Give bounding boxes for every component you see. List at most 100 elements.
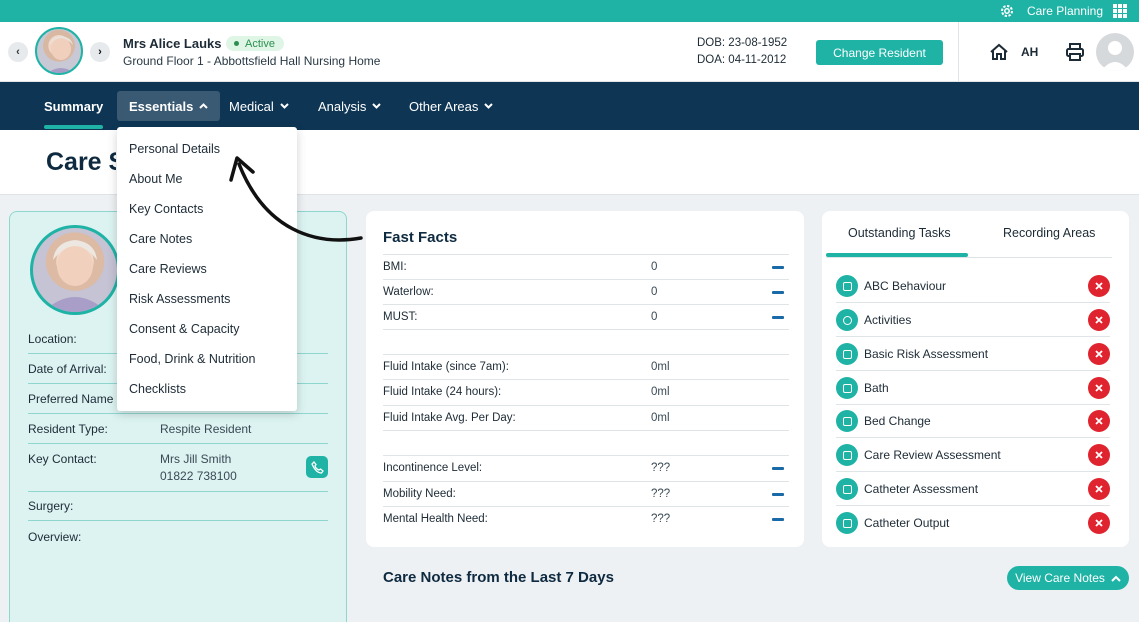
- task-outstanding-icon[interactable]: [1088, 309, 1110, 331]
- nav-other-areas-label: Other Areas: [409, 98, 479, 114]
- fact-value: 0ml: [651, 361, 670, 373]
- calendar-icon: [836, 275, 858, 297]
- chevron-up-icon: [199, 103, 209, 109]
- task-outstanding-icon[interactable]: [1088, 410, 1110, 432]
- fact-label: MUST:: [383, 311, 418, 323]
- resident-name: Mrs Alice Lauks: [123, 36, 222, 51]
- tab-divider: [826, 257, 1112, 258]
- surgery-label: Surgery:: [28, 499, 74, 513]
- clipboard-icon: [836, 478, 858, 500]
- fact-value: 0: [651, 311, 658, 323]
- nav-medical[interactable]: Medical: [229, 96, 289, 116]
- fact-row: Mobility Need:???: [383, 481, 789, 506]
- fact-value: 0: [651, 286, 658, 298]
- home-initials[interactable]: AH: [1021, 45, 1038, 59]
- top-bar: Care Planning: [0, 0, 1139, 22]
- menu-item-key-contacts[interactable]: Key Contacts: [129, 202, 203, 216]
- menu-item-checklists[interactable]: Checklists: [129, 382, 186, 396]
- nav-essentials-label: Essentials: [129, 98, 194, 114]
- annotation-arrow-icon: [229, 156, 363, 242]
- fact-label: Fluid Intake (since 7am):: [383, 361, 509, 373]
- app-label[interactable]: Care Planning: [1027, 4, 1103, 18]
- task-item[interactable]: Bed Change: [836, 404, 1110, 438]
- task-label: ABC Behaviour: [864, 279, 947, 293]
- fact-row: Incontinence Level:???: [383, 455, 789, 480]
- tab-recording-areas[interactable]: Recording Areas: [1003, 226, 1095, 240]
- print-icon[interactable]: [1065, 42, 1085, 62]
- page-title: Care S: [46, 148, 116, 176]
- dash-icon: [772, 291, 784, 294]
- task-outstanding-icon[interactable]: [1088, 444, 1110, 466]
- dash-icon: [772, 493, 784, 496]
- fact-row: Fluid Intake Avg. Per Day: 0ml: [383, 405, 789, 430]
- menu-item-care-reviews[interactable]: Care Reviews: [129, 262, 207, 276]
- task-item[interactable]: ABC Behaviour: [836, 269, 1110, 303]
- catheter-icon: [836, 512, 858, 534]
- dash-icon: [772, 467, 784, 470]
- fact-row: Waterlow: 0: [383, 279, 789, 304]
- tab-outstanding-tasks[interactable]: Outstanding Tasks: [848, 226, 951, 240]
- menu-item-care-notes[interactable]: Care Notes: [129, 232, 192, 246]
- nav-summary[interactable]: Summary: [44, 96, 103, 116]
- fact-row-divider: [383, 329, 789, 354]
- nav-essentials[interactable]: Essentials: [117, 91, 221, 121]
- home-icon[interactable]: [989, 43, 1009, 61]
- task-outstanding-icon[interactable]: [1088, 343, 1110, 365]
- task-item[interactable]: Basic Risk Assessment: [836, 337, 1110, 371]
- resident-avatar: [35, 27, 83, 75]
- menu-item-consent-capacity[interactable]: Consent & Capacity: [129, 322, 239, 336]
- next-resident-button[interactable]: ›: [90, 42, 110, 62]
- fact-row: Fluid Intake (24 hours): 0ml: [383, 379, 789, 404]
- fact-row: MUST: 0: [383, 304, 789, 329]
- activity-icon: [836, 309, 858, 331]
- dash-icon: [772, 266, 784, 269]
- task-outstanding-icon[interactable]: [1088, 275, 1110, 297]
- chevron-down-icon: [484, 103, 494, 109]
- fast-facts-card: Fast Facts BMI: 0 Waterlow: 0 MUST: 0 Fluid…: [366, 211, 804, 547]
- menu-item-about-me[interactable]: About Me: [129, 172, 183, 186]
- view-care-notes-button[interactable]: View Care Notes: [1007, 566, 1129, 590]
- menu-item-food-drink-nutrition[interactable]: Food, Drink & Nutrition: [129, 352, 255, 366]
- task-item[interactable]: Catheter Output: [836, 506, 1110, 540]
- card-divider: [28, 520, 328, 521]
- fact-label: BMI:: [383, 261, 407, 273]
- phone-icon: [310, 460, 324, 474]
- task-outstanding-icon[interactable]: [1088, 377, 1110, 399]
- date-of-admission: DOA: 04-11-2012: [697, 54, 787, 66]
- fast-facts-title: Fast Facts: [383, 229, 458, 246]
- fact-label: Waterlow:: [383, 286, 434, 298]
- key-contact-label: Key Contact:: [28, 452, 97, 466]
- fact-row: Fluid Intake (since 7am): 0ml: [383, 354, 789, 379]
- key-contact-name: Mrs Jill Smith: [160, 452, 232, 466]
- fact-value: 0ml: [651, 386, 670, 398]
- grid-icon[interactable]: [1113, 4, 1127, 18]
- nav-medical-label: Medical: [229, 98, 274, 114]
- previous-resident-button[interactable]: ‹: [8, 42, 28, 62]
- fact-value: ???: [651, 488, 671, 500]
- task-outstanding-icon[interactable]: [1088, 512, 1110, 534]
- task-label: Activities: [864, 313, 912, 327]
- gear-icon[interactable]: [999, 3, 1015, 19]
- nav-analysis[interactable]: Analysis: [318, 96, 382, 116]
- task-outstanding-icon[interactable]: [1088, 478, 1110, 500]
- task-item[interactable]: Catheter Assessment: [836, 472, 1110, 506]
- task-label: Bed Change: [864, 414, 931, 428]
- date-of-birth: DOB: 23-08-1952: [697, 37, 788, 49]
- user-avatar[interactable]: [1096, 33, 1134, 71]
- change-resident-button[interactable]: Change Resident: [816, 40, 943, 65]
- menu-item-risk-assessments[interactable]: Risk Assessments: [129, 292, 230, 306]
- task-item[interactable]: Activities: [836, 303, 1110, 337]
- task-item[interactable]: Bath: [836, 371, 1110, 405]
- resident-header: ‹ › Mrs Alice Lauks Active Ground Floor …: [0, 22, 1139, 82]
- task-label: Catheter Assessment: [864, 482, 979, 496]
- call-contact-button[interactable]: [306, 456, 328, 478]
- menu-item-personal-details[interactable]: Personal Details: [129, 142, 220, 156]
- chevron-down-icon: [280, 103, 289, 109]
- dash-icon: [772, 518, 784, 521]
- preferred-name-label: Preferred Name: [28, 392, 114, 406]
- nav-other-areas[interactable]: Other Areas: [409, 96, 494, 116]
- care-notes-title: Care Notes from the Last 7 Days: [383, 569, 614, 586]
- active-tab-underline: [44, 125, 103, 129]
- card-divider: [28, 491, 328, 492]
- task-item[interactable]: Care Review Assessment: [836, 438, 1110, 472]
